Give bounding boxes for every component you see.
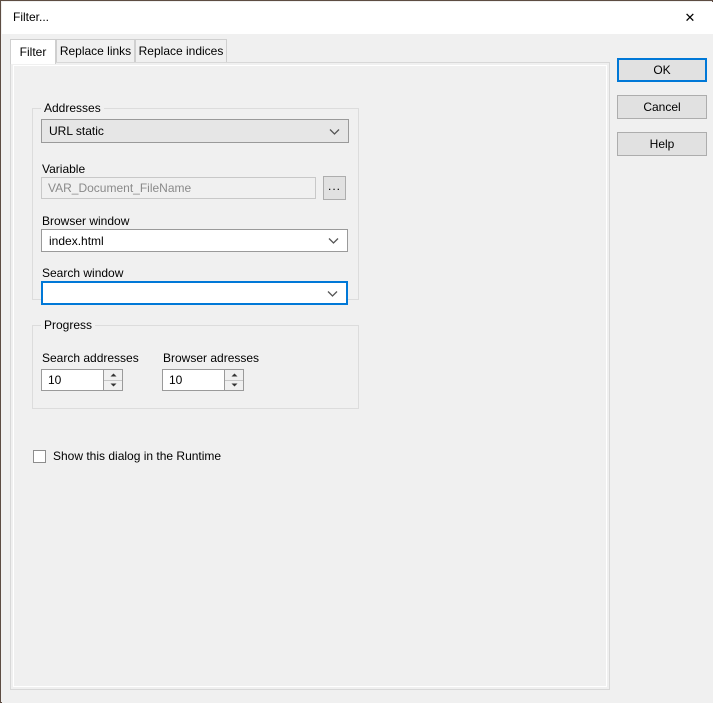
- tab-panel-filter: Addresses URL static Variable VAR_Docume…: [10, 62, 610, 690]
- browser-addresses-value: 10: [169, 373, 183, 387]
- spinner-down-icon[interactable]: [104, 380, 122, 390]
- browser-window-label: Browser window: [42, 214, 130, 228]
- search-addresses-spinner[interactable]: 10: [41, 369, 123, 391]
- spinner-up-icon[interactable]: [225, 370, 243, 381]
- addresses-group-title: Addresses: [41, 101, 104, 115]
- browser-addresses-input[interactable]: 10: [162, 369, 224, 391]
- browser-addresses-spinner[interactable]: 10: [162, 369, 244, 391]
- close-button[interactable]: ✕: [667, 2, 713, 34]
- tab-replace-links[interactable]: Replace links: [56, 39, 135, 62]
- help-button[interactable]: Help: [617, 132, 707, 156]
- tab-replace-indices-label: Replace indices: [138, 44, 224, 58]
- variable-label: Variable: [42, 162, 86, 176]
- search-window-label: Search window: [42, 266, 124, 280]
- ok-button-label: OK: [653, 63, 671, 77]
- chevron-down-icon: [326, 289, 338, 297]
- spinner-up-icon[interactable]: [104, 370, 122, 381]
- search-addresses-value: 10: [48, 373, 62, 387]
- browser-addresses-spin-buttons: [224, 369, 244, 391]
- tab-replace-indices[interactable]: Replace indices: [135, 39, 227, 62]
- show-dialog-checkbox[interactable]: Show this dialog in the Runtime: [33, 449, 221, 463]
- search-addresses-spin-buttons: [103, 369, 123, 391]
- ok-button[interactable]: OK: [617, 58, 707, 82]
- chevron-down-icon: [327, 237, 339, 245]
- variable-browse-button-label: ...: [327, 179, 341, 193]
- search-addresses-input[interactable]: 10: [41, 369, 103, 391]
- tab-replace-links-label: Replace links: [59, 44, 132, 58]
- close-icon: ✕: [684, 10, 696, 26]
- browser-window-combo-value: index.html: [49, 233, 104, 248]
- search-addresses-label: Search addresses: [42, 351, 139, 365]
- dialog-client-area: Filter Replace links Replace indices Add…: [2, 34, 713, 703]
- help-button-label: Help: [649, 137, 675, 151]
- chevron-down-icon: [328, 127, 340, 135]
- filter-dialog-window: Filter... ✕ Filter Replace links Replace…: [0, 0, 713, 703]
- variable-browse-button[interactable]: ...: [323, 176, 346, 200]
- browser-window-combo[interactable]: index.html: [41, 229, 348, 252]
- title-bar: Filter... ✕: [2, 2, 713, 34]
- browser-addresses-label: Browser adresses: [163, 351, 260, 365]
- show-dialog-checkbox-label: Show this dialog in the Runtime: [53, 449, 222, 463]
- tab-filter-label: Filter: [19, 45, 47, 59]
- checkbox-box-icon: [33, 449, 46, 463]
- cancel-button[interactable]: Cancel: [617, 95, 707, 119]
- search-window-combo[interactable]: [41, 281, 348, 305]
- address-type-combo-value: URL static: [49, 124, 104, 138]
- cancel-button-label: Cancel: [643, 100, 681, 114]
- address-type-combo[interactable]: URL static: [41, 119, 349, 143]
- window-title: Filter...: [13, 10, 50, 24]
- variable-field[interactable]: VAR_Document_FileName: [41, 177, 316, 199]
- variable-field-value: VAR_Document_FileName: [48, 181, 192, 195]
- progress-group-title: Progress: [41, 318, 96, 332]
- spinner-down-icon[interactable]: [225, 380, 243, 390]
- tab-filter[interactable]: Filter: [10, 39, 56, 64]
- progress-group: Progress: [32, 318, 359, 409]
